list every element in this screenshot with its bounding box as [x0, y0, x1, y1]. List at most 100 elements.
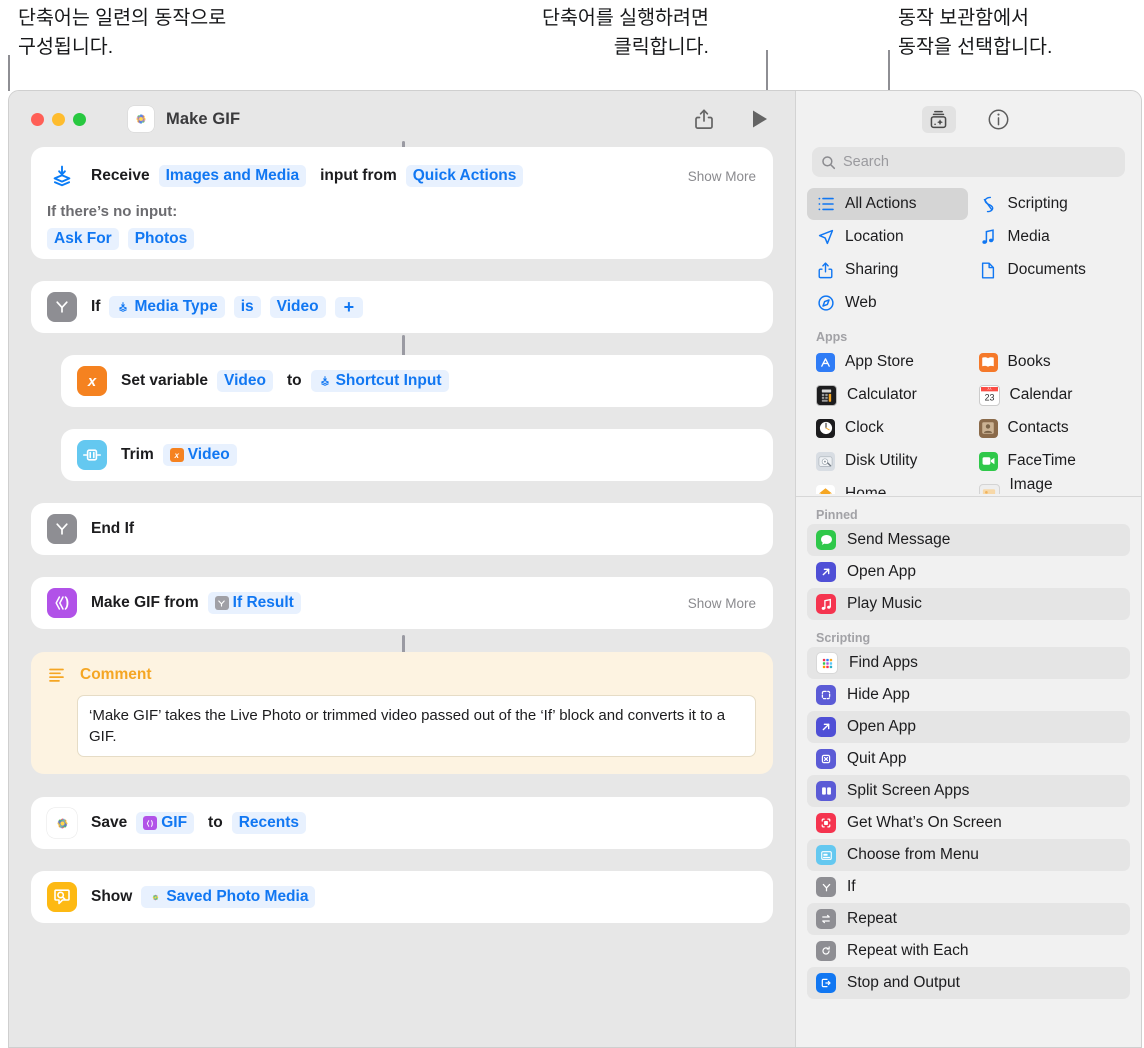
- section-divider: [796, 496, 1141, 497]
- token-if-result[interactable]: If Result: [207, 592, 301, 614]
- token-photos[interactable]: Photos: [127, 228, 195, 250]
- action-label: Make GIF from: [91, 594, 199, 611]
- receive-input-icon: [47, 161, 77, 191]
- variable-badge-icon: [116, 300, 130, 314]
- list-item-open-app[interactable]: Open App: [807, 556, 1130, 588]
- maximize-button[interactable]: [73, 112, 86, 126]
- share-icon[interactable]: [691, 106, 717, 132]
- action-card-if[interactable]: If Media Type is Video +: [31, 281, 773, 333]
- search-placeholder: Search: [843, 154, 889, 170]
- scripting-icon: [979, 196, 998, 213]
- quick-look-icon: [47, 882, 77, 912]
- token-gif[interactable]: GIF: [136, 812, 195, 834]
- list-item-hide-app[interactable]: Hide App: [807, 679, 1130, 711]
- token-saved-photo-media[interactable]: Saved Photo Media: [141, 886, 316, 908]
- home-icon: [816, 484, 835, 494]
- list-item-play-music[interactable]: Play Music: [807, 588, 1130, 620]
- list-item-send-message[interactable]: Send Message: [807, 524, 1130, 556]
- compass-icon: [816, 295, 835, 311]
- token-video-var[interactable]: x Video: [162, 444, 237, 466]
- category-label: Location: [845, 228, 904, 245]
- category-scripting[interactable]: Scripting: [970, 188, 1131, 220]
- screenshot-root: 단축어는 일련의 동작으로 구성됩니다. 단축어를 실행하려면 클릭합니다. 동…: [0, 0, 1144, 1048]
- list-item-label: Play Music: [847, 595, 922, 612]
- list-item-split-screen-apps[interactable]: Split Screen Apps: [807, 775, 1130, 807]
- category-label: Sharing: [845, 261, 899, 278]
- token-media-type[interactable]: Media Type: [109, 296, 225, 318]
- list-item-if[interactable]: If: [807, 871, 1130, 903]
- app-item-home[interactable]: Home: [807, 478, 968, 494]
- action-card-make-gif[interactable]: Make GIF from If Result Show More: [31, 577, 773, 629]
- callout-text-2: 단축어를 실행하려면 클릭합니다.: [542, 7, 709, 58]
- action-card-set-variable[interactable]: x Set variable Video to Shortcut Input: [61, 355, 773, 407]
- location-icon: [816, 229, 835, 245]
- token-quick-actions[interactable]: Quick Actions: [405, 165, 524, 187]
- action-label: to: [286, 372, 302, 389]
- action-card-comment[interactable]: Comment ‘Make GIF’ takes the Live Photo …: [31, 652, 773, 774]
- search-icon: [821, 155, 836, 170]
- app-label: FaceTime: [1007, 452, 1076, 469]
- app-label: Disk Utility: [845, 452, 918, 469]
- list-item-label: Get What’s On Screen: [847, 814, 1002, 831]
- app-item-calendar[interactable]: JUL 23 Calendar: [970, 379, 1131, 411]
- list-item-label: Stop and Output: [847, 974, 960, 991]
- callout-text-3: 동작 보관함에서 동작을 선택합니다.: [898, 7, 1053, 58]
- action-label: Set variable: [121, 372, 209, 389]
- app-item-clock[interactable]: Clock: [807, 412, 968, 444]
- token-images-and-media[interactable]: Images and Media: [158, 165, 307, 187]
- list-item-quit-app[interactable]: Quit App: [807, 743, 1130, 775]
- app-item-facetime[interactable]: FaceTime: [970, 445, 1131, 477]
- token-is[interactable]: is: [233, 296, 261, 318]
- app-item-contacts[interactable]: Contacts: [970, 412, 1131, 444]
- show-more-button[interactable]: Show More: [688, 596, 756, 611]
- action-card-trim[interactable]: Trim x Video: [61, 429, 773, 481]
- variable-badge-icon: [318, 374, 332, 388]
- token-video-name[interactable]: Video: [217, 370, 273, 392]
- action-card-save[interactable]: Save GIF to Recents: [31, 797, 773, 849]
- traffic-lights[interactable]: [31, 112, 86, 126]
- svg-text:JUL: JUL: [987, 387, 992, 391]
- show-more-button[interactable]: Show More: [688, 169, 756, 184]
- token-label: If Result: [232, 594, 294, 611]
- photos-icon: [47, 808, 77, 838]
- add-condition-button[interactable]: +: [334, 296, 364, 318]
- disk-utility-icon: [816, 451, 835, 471]
- category-location[interactable]: Location: [807, 221, 968, 253]
- minimize-button[interactable]: [52, 112, 65, 126]
- app-item-calculator[interactable]: Calculator: [807, 379, 968, 411]
- info-icon[interactable]: [982, 106, 1016, 133]
- list-item-find-apps[interactable]: Find Apps: [807, 647, 1130, 679]
- category-label: Media: [1007, 228, 1050, 245]
- action-library-icon[interactable]: [921, 105, 956, 133]
- category-all-actions[interactable]: All Actions: [807, 188, 968, 220]
- list-item-get-whats-on-screen[interactable]: Get What’s On Screen: [807, 807, 1130, 839]
- category-web[interactable]: Web: [807, 287, 968, 319]
- list-item-choose-from-menu[interactable]: Choose from Menu: [807, 839, 1130, 871]
- run-icon[interactable]: [747, 106, 773, 132]
- category-media[interactable]: Media: [970, 221, 1131, 253]
- list-item-label: Hide App: [847, 686, 910, 703]
- pinned-list: Send Message Open App Play Music: [796, 524, 1141, 620]
- token-recents[interactable]: Recents: [231, 812, 306, 834]
- list-item-repeat-with-each[interactable]: Repeat with Each: [807, 935, 1130, 967]
- close-button[interactable]: [31, 112, 44, 126]
- if-icon: [816, 877, 836, 897]
- app-item-disk-utility[interactable]: Disk Utility: [807, 445, 968, 477]
- action-card-end-if[interactable]: End If: [31, 503, 773, 555]
- app-item-app-store[interactable]: App Store: [807, 346, 968, 378]
- list-item-repeat[interactable]: Repeat: [807, 903, 1130, 935]
- comment-body-text[interactable]: ‘Make GIF’ takes the Live Photo or trimm…: [77, 695, 756, 757]
- action-card-show[interactable]: Show Saved Photo Media: [31, 871, 773, 923]
- comment-header: Comment: [48, 666, 756, 684]
- app-item-image-playground[interactable]: Image Playground: [970, 476, 1131, 494]
- category-sharing[interactable]: Sharing: [807, 254, 968, 286]
- action-card-receive[interactable]: Receive Images and Media input from Quic…: [31, 147, 773, 259]
- list-item-stop-and-output[interactable]: Stop and Output: [807, 967, 1130, 999]
- search-field[interactable]: Search: [812, 147, 1125, 177]
- category-documents[interactable]: Documents: [970, 254, 1131, 286]
- app-item-books[interactable]: Books: [970, 346, 1131, 378]
- list-item-open-app-scripting[interactable]: Open App: [807, 711, 1130, 743]
- token-video[interactable]: Video: [269, 296, 326, 318]
- token-shortcut-input[interactable]: Shortcut Input: [310, 370, 449, 392]
- token-ask-for[interactable]: Ask For: [47, 228, 119, 250]
